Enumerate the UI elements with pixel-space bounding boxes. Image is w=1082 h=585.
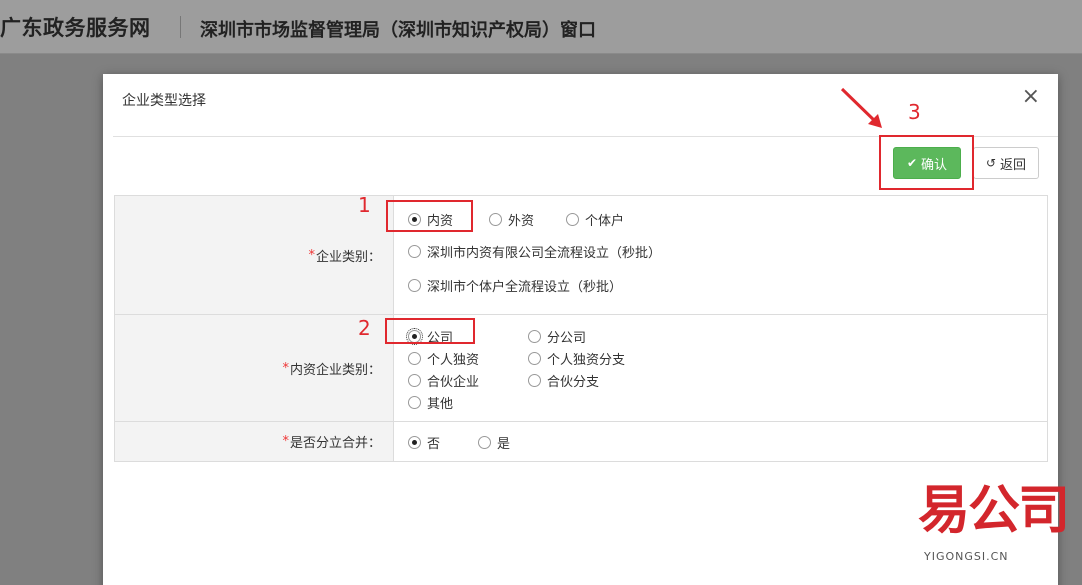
required-mark: * [282,434,289,449]
split-merge-row: * 是否分立合并： 否 是 [115,421,1047,461]
radio-option-yes[interactable]: 是 [478,433,510,452]
radio-selected-icon[interactable] [408,436,421,449]
enterprise-type-options: 内资 外资 个体户 深圳市内资有限公司全流程设立（秒批） 深圳市个体户全流程设立… [394,196,1047,314]
enterprise-type-label: * 企业类别： [115,196,394,314]
required-mark: * [308,247,315,263]
domestic-type-options: 公司 分公司 个人独资 个人独资分支 合伙企业 合伙分支 其他 [394,315,1047,421]
close-icon[interactable]: × [1022,86,1040,108]
watermark-logo: 易公司 [918,481,1070,541]
radio-option-partnership-branch[interactable]: 合伙分支 [528,371,599,390]
radio-option-other[interactable]: 其他 [408,393,453,412]
radio-icon[interactable] [528,330,541,343]
radio-option-partnership[interactable]: 合伙企业 [408,371,479,390]
annotation-box-1 [386,200,473,232]
radio-icon[interactable] [528,374,541,387]
back-button[interactable]: ↺ 返回 [973,147,1039,179]
required-mark: * [282,360,289,376]
radio-option-sz-domestic-fast[interactable]: 深圳市内资有限公司全流程设立（秒批） [408,242,661,261]
radio-option-individual[interactable]: 个体户 [566,210,624,229]
form-table: * 企业类别： 内资 外资 个体户 深圳市内资有限公司全流程设立（秒批） 深圳市… [114,195,1048,462]
watermark-url: YIGONGSI.CN [924,550,1009,563]
site-title[interactable]: 广东政务服务网 [0,12,151,42]
annotation-box-2 [385,318,475,344]
radio-icon[interactable] [489,213,502,226]
annotation-arrow-icon [840,87,882,128]
back-label: 返回 [1000,157,1027,173]
split-merge-label: * 是否分立合并： [115,422,394,461]
annotation-number-1: 1 [358,193,371,217]
header-divider [180,16,181,38]
radio-icon[interactable] [408,396,421,409]
undo-icon: ↺ [985,156,997,170]
radio-icon[interactable] [478,436,491,449]
radio-icon[interactable] [408,279,421,292]
radio-option-sole-proprietorship[interactable]: 个人独资 [408,349,479,368]
radio-icon[interactable] [566,213,579,226]
annotation-box-3 [879,135,974,190]
radio-option-branch[interactable]: 分公司 [528,327,586,346]
radio-option-foreign[interactable]: 外资 [489,210,534,229]
site-subtitle: 深圳市市场监督管理局（深圳市知识产权局）窗口 [200,20,596,41]
annotation-number-2: 2 [358,316,371,340]
watermark: 易公司 YIGONGSI.CN [918,480,1070,580]
radio-option-no[interactable]: 否 [408,433,440,452]
domestic-type-label: * 内资企业类别： [115,315,394,421]
radio-icon[interactable] [408,374,421,387]
annotation-number-3: 3 [908,100,921,124]
radio-option-sz-individual-fast[interactable]: 深圳市个体户全流程设立（秒批） [408,276,622,295]
enterprise-type-row: * 企业类别： 内资 外资 个体户 深圳市内资有限公司全流程设立（秒批） 深圳市… [115,196,1047,314]
radio-icon[interactable] [408,352,421,365]
split-merge-options: 否 是 [394,422,1047,461]
radio-icon[interactable] [408,245,421,258]
radio-option-sole-branch[interactable]: 个人独资分支 [528,349,625,368]
dialog-title: 企业类型选择 [122,93,206,109]
radio-icon[interactable] [528,352,541,365]
site-header: 广东政务服务网 深圳市市场监督管理局（深圳市知识产权局）窗口 [0,0,1082,54]
domestic-type-row: * 内资企业类别： 公司 分公司 个人独资 个人独资分支 合伙企业 合伙分支 其… [115,314,1047,421]
